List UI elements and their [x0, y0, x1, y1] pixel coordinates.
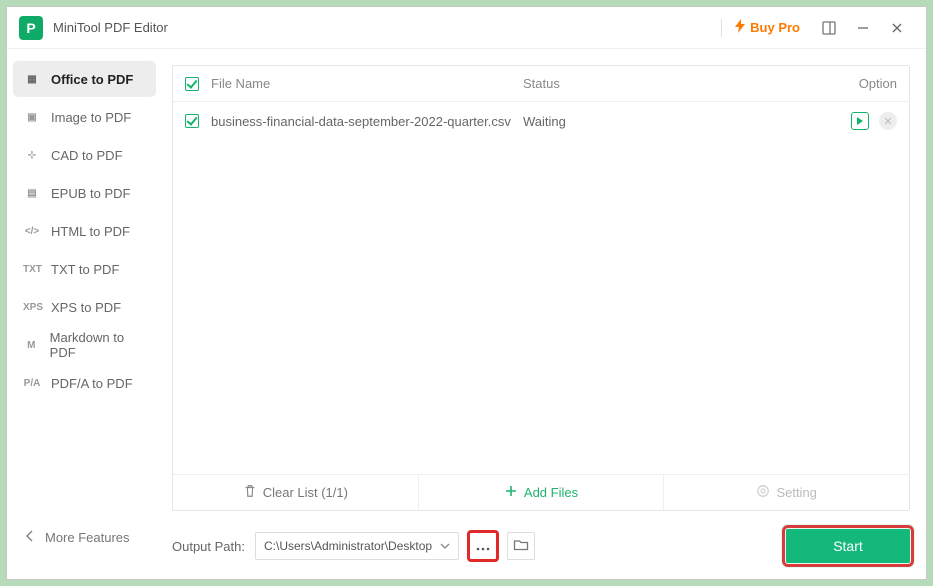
browse-path-more-button[interactable] [469, 532, 497, 560]
xps-icon: XPS [23, 302, 41, 313]
column-header-status: Status [523, 76, 827, 91]
sidebar-item-label: TXT to PDF [51, 262, 119, 277]
sidebar-item-office-to-pdf[interactable]: ▦ Office to PDF [13, 61, 156, 97]
cad-icon: ⊹ [23, 150, 41, 161]
more-features-button[interactable]: More Features [13, 519, 156, 555]
start-button[interactable]: Start [786, 529, 910, 563]
titlebar-separator [721, 19, 722, 37]
row-file-name: business-financial-data-september-2022-q… [211, 114, 511, 129]
gear-icon [756, 484, 770, 501]
html-icon: </> [23, 226, 41, 237]
sidebar-item-label: CAD to PDF [51, 148, 123, 163]
main-body: ▦ Office to PDF ▣ Image to PDF ⊹ CAD to … [7, 49, 926, 579]
play-icon[interactable] [851, 112, 869, 130]
sidebar-item-epub-to-pdf[interactable]: ▤ EPUB to PDF [13, 175, 156, 211]
plus-icon [504, 484, 518, 501]
sidebar-item-label: XPS to PDF [51, 300, 121, 315]
remove-row-button[interactable]: ✕ [879, 112, 897, 130]
setting-label: Setting [776, 485, 816, 500]
sidebar-item-label: EPUB to PDF [51, 186, 130, 201]
office-icon: ▦ [23, 74, 41, 85]
list-header: File Name Status Option [173, 66, 909, 102]
sidebar-item-pdfa-to-pdf[interactable]: P/A PDF/A to PDF [13, 365, 156, 401]
epub-icon: ▤ [23, 188, 41, 199]
sidebar: ▦ Office to PDF ▣ Image to PDF ⊹ CAD to … [7, 49, 162, 579]
add-files-button[interactable]: Add Files [419, 475, 665, 510]
setting-button[interactable]: Setting [664, 475, 909, 510]
sidebar-item-label: PDF/A to PDF [51, 376, 133, 391]
output-path-value: C:\Users\Administrator\Desktop [264, 539, 432, 553]
sidebar-item-label: Image to PDF [51, 110, 131, 125]
start-label: Start [833, 538, 863, 554]
txt-icon: TXT [23, 264, 41, 275]
app-title: MiniTool PDF Editor [53, 20, 168, 35]
minimize-button[interactable] [846, 14, 880, 42]
output-path-label: Output Path: [172, 539, 245, 554]
close-button[interactable] [880, 14, 914, 42]
titlebar: MiniTool PDF Editor Buy Pro [7, 7, 926, 49]
sidebar-item-markdown-to-pdf[interactable]: M Markdown to PDF [13, 327, 156, 363]
app-window: MiniTool PDF Editor Buy Pro ▦ Office to … [6, 6, 927, 580]
output-path-select[interactable]: C:\Users\Administrator\Desktop [255, 532, 459, 560]
sidebar-item-label: HTML to PDF [51, 224, 130, 239]
row-status: Waiting [523, 114, 827, 129]
select-all-checkbox[interactable] [185, 77, 199, 91]
row-checkbox[interactable] [185, 114, 199, 128]
window-layout-icon[interactable] [812, 14, 846, 42]
clear-list-label: Clear List (1/1) [263, 485, 348, 500]
pdfa-icon: P/A [23, 378, 41, 389]
sidebar-item-cad-to-pdf[interactable]: ⊹ CAD to PDF [13, 137, 156, 173]
trash-icon [243, 484, 257, 501]
markdown-icon: M [23, 340, 40, 351]
app-logo-icon [19, 16, 43, 40]
chevron-left-icon [25, 530, 35, 545]
clear-list-button[interactable]: Clear List (1/1) [173, 475, 419, 510]
sidebar-item-html-to-pdf[interactable]: </> HTML to PDF [13, 213, 156, 249]
column-header-name: File Name [211, 76, 270, 91]
table-row[interactable]: business-financial-data-september-2022-q… [173, 102, 909, 140]
open-folder-button[interactable] [507, 532, 535, 560]
image-icon: ▣ [23, 112, 41, 123]
sidebar-item-label: Office to PDF [51, 72, 133, 87]
folder-icon [513, 538, 529, 555]
sidebar-item-image-to-pdf[interactable]: ▣ Image to PDF [13, 99, 156, 135]
more-features-label: More Features [45, 530, 130, 545]
main-panel: File Name Status Option business-financi… [162, 49, 926, 579]
file-list: File Name Status Option business-financi… [172, 65, 910, 511]
buy-pro-button[interactable]: Buy Pro [734, 19, 800, 36]
bolt-icon [734, 19, 746, 36]
column-header-option: Option [827, 76, 897, 91]
chevron-down-icon [440, 539, 450, 553]
buy-pro-label: Buy Pro [750, 20, 800, 35]
sidebar-item-xps-to-pdf[interactable]: XPS XPS to PDF [13, 289, 156, 325]
add-files-label: Add Files [524, 485, 578, 500]
sidebar-item-txt-to-pdf[interactable]: TXT TXT to PDF [13, 251, 156, 287]
more-icon [476, 539, 490, 554]
footer-row: Output Path: C:\Users\Administrator\Desk… [172, 529, 910, 563]
list-rows: business-financial-data-september-2022-q… [173, 102, 909, 474]
list-toolbar: Clear List (1/1) Add Files Setting [173, 474, 909, 510]
sidebar-item-label: Markdown to PDF [50, 330, 146, 360]
